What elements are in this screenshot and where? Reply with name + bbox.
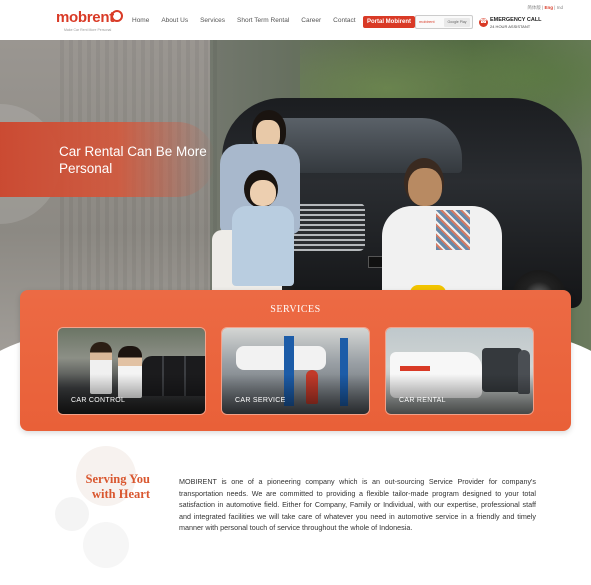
boy-shirt: [232, 206, 294, 286]
site-header: mobrent Make Car Rent More Personal Home…: [0, 0, 591, 40]
card-shade: [386, 374, 533, 414]
card-shade: [222, 374, 369, 414]
service-card-label: CAR RENTAL: [399, 397, 446, 404]
nav-contact[interactable]: Contact: [333, 17, 355, 24]
logo-ring-icon: [111, 10, 123, 22]
nav-about-us[interactable]: About Us: [161, 17, 188, 24]
nav-short-term-rental[interactable]: Short Term Rental: [237, 17, 289, 24]
emergency-call-sublabel: 24 HOUR ASSISTANT: [490, 24, 531, 29]
services-panel: SERVICES CAR CONTROL CAR SERVICE CAR REN…: [20, 290, 571, 431]
about-deco-circle: [55, 497, 89, 531]
hero-title: Car Rental Can Be More Personal: [59, 144, 207, 176]
language-switcher: 简体版 | Eng | Ind: [527, 5, 563, 11]
main-nav: Home About Us Services Short Term Rental…: [132, 17, 368, 24]
service-card-label: CAR SERVICE: [235, 397, 286, 404]
services-title: SERVICES: [270, 304, 321, 315]
about-title: Serving You with Heart: [85, 472, 150, 501]
nav-services[interactable]: Services: [200, 17, 225, 24]
store-badge-brand: mobirent: [419, 19, 435, 24]
nav-home[interactable]: Home: [132, 17, 149, 24]
mobrent-logo[interactable]: mobrent Make Car Rent More Personal: [56, 9, 130, 35]
lang-separator: |: [542, 5, 544, 10]
lang-indonesian[interactable]: Ind: [557, 5, 563, 10]
lang-english[interactable]: Eng: [545, 5, 554, 10]
lang-chinese[interactable]: 简体版: [527, 5, 541, 10]
service-card-car-control[interactable]: CAR CONTROL: [57, 327, 206, 415]
emergency-call-label: EMERGENCY CALL: [490, 17, 542, 23]
google-play-icon: Google Play: [444, 18, 470, 27]
lifted-car: [236, 346, 326, 370]
logo-wordmark: mobrent: [56, 9, 114, 26]
service-card-car-service[interactable]: CAR SERVICE: [221, 327, 370, 415]
driver-batik-pattern: [436, 210, 470, 250]
about-text: MOBIRENT is one of a pioneering company …: [179, 477, 536, 533]
van-logo-stripe: [400, 366, 430, 371]
phone-icon: ☎: [479, 18, 488, 27]
nav-career[interactable]: Career: [301, 17, 321, 24]
emergency-call[interactable]: ☎ EMERGENCY CALL 24 HOUR ASSISTANT: [479, 17, 549, 31]
logo-tagline: Make Car Rent More Personal: [64, 28, 112, 32]
boy-face: [250, 180, 276, 206]
driver-face: [408, 168, 442, 206]
google-play-badge[interactable]: mobirent Google Play: [415, 15, 473, 29]
portal-mobirent-button[interactable]: Portal Mobirent: [363, 16, 416, 28]
service-card-label: CAR CONTROL: [71, 397, 126, 404]
about-deco-circle: [83, 522, 129, 568]
service-card-car-rental[interactable]: CAR RENTAL: [385, 327, 534, 415]
lang-separator: |: [554, 5, 556, 10]
card-shade: [58, 374, 205, 414]
